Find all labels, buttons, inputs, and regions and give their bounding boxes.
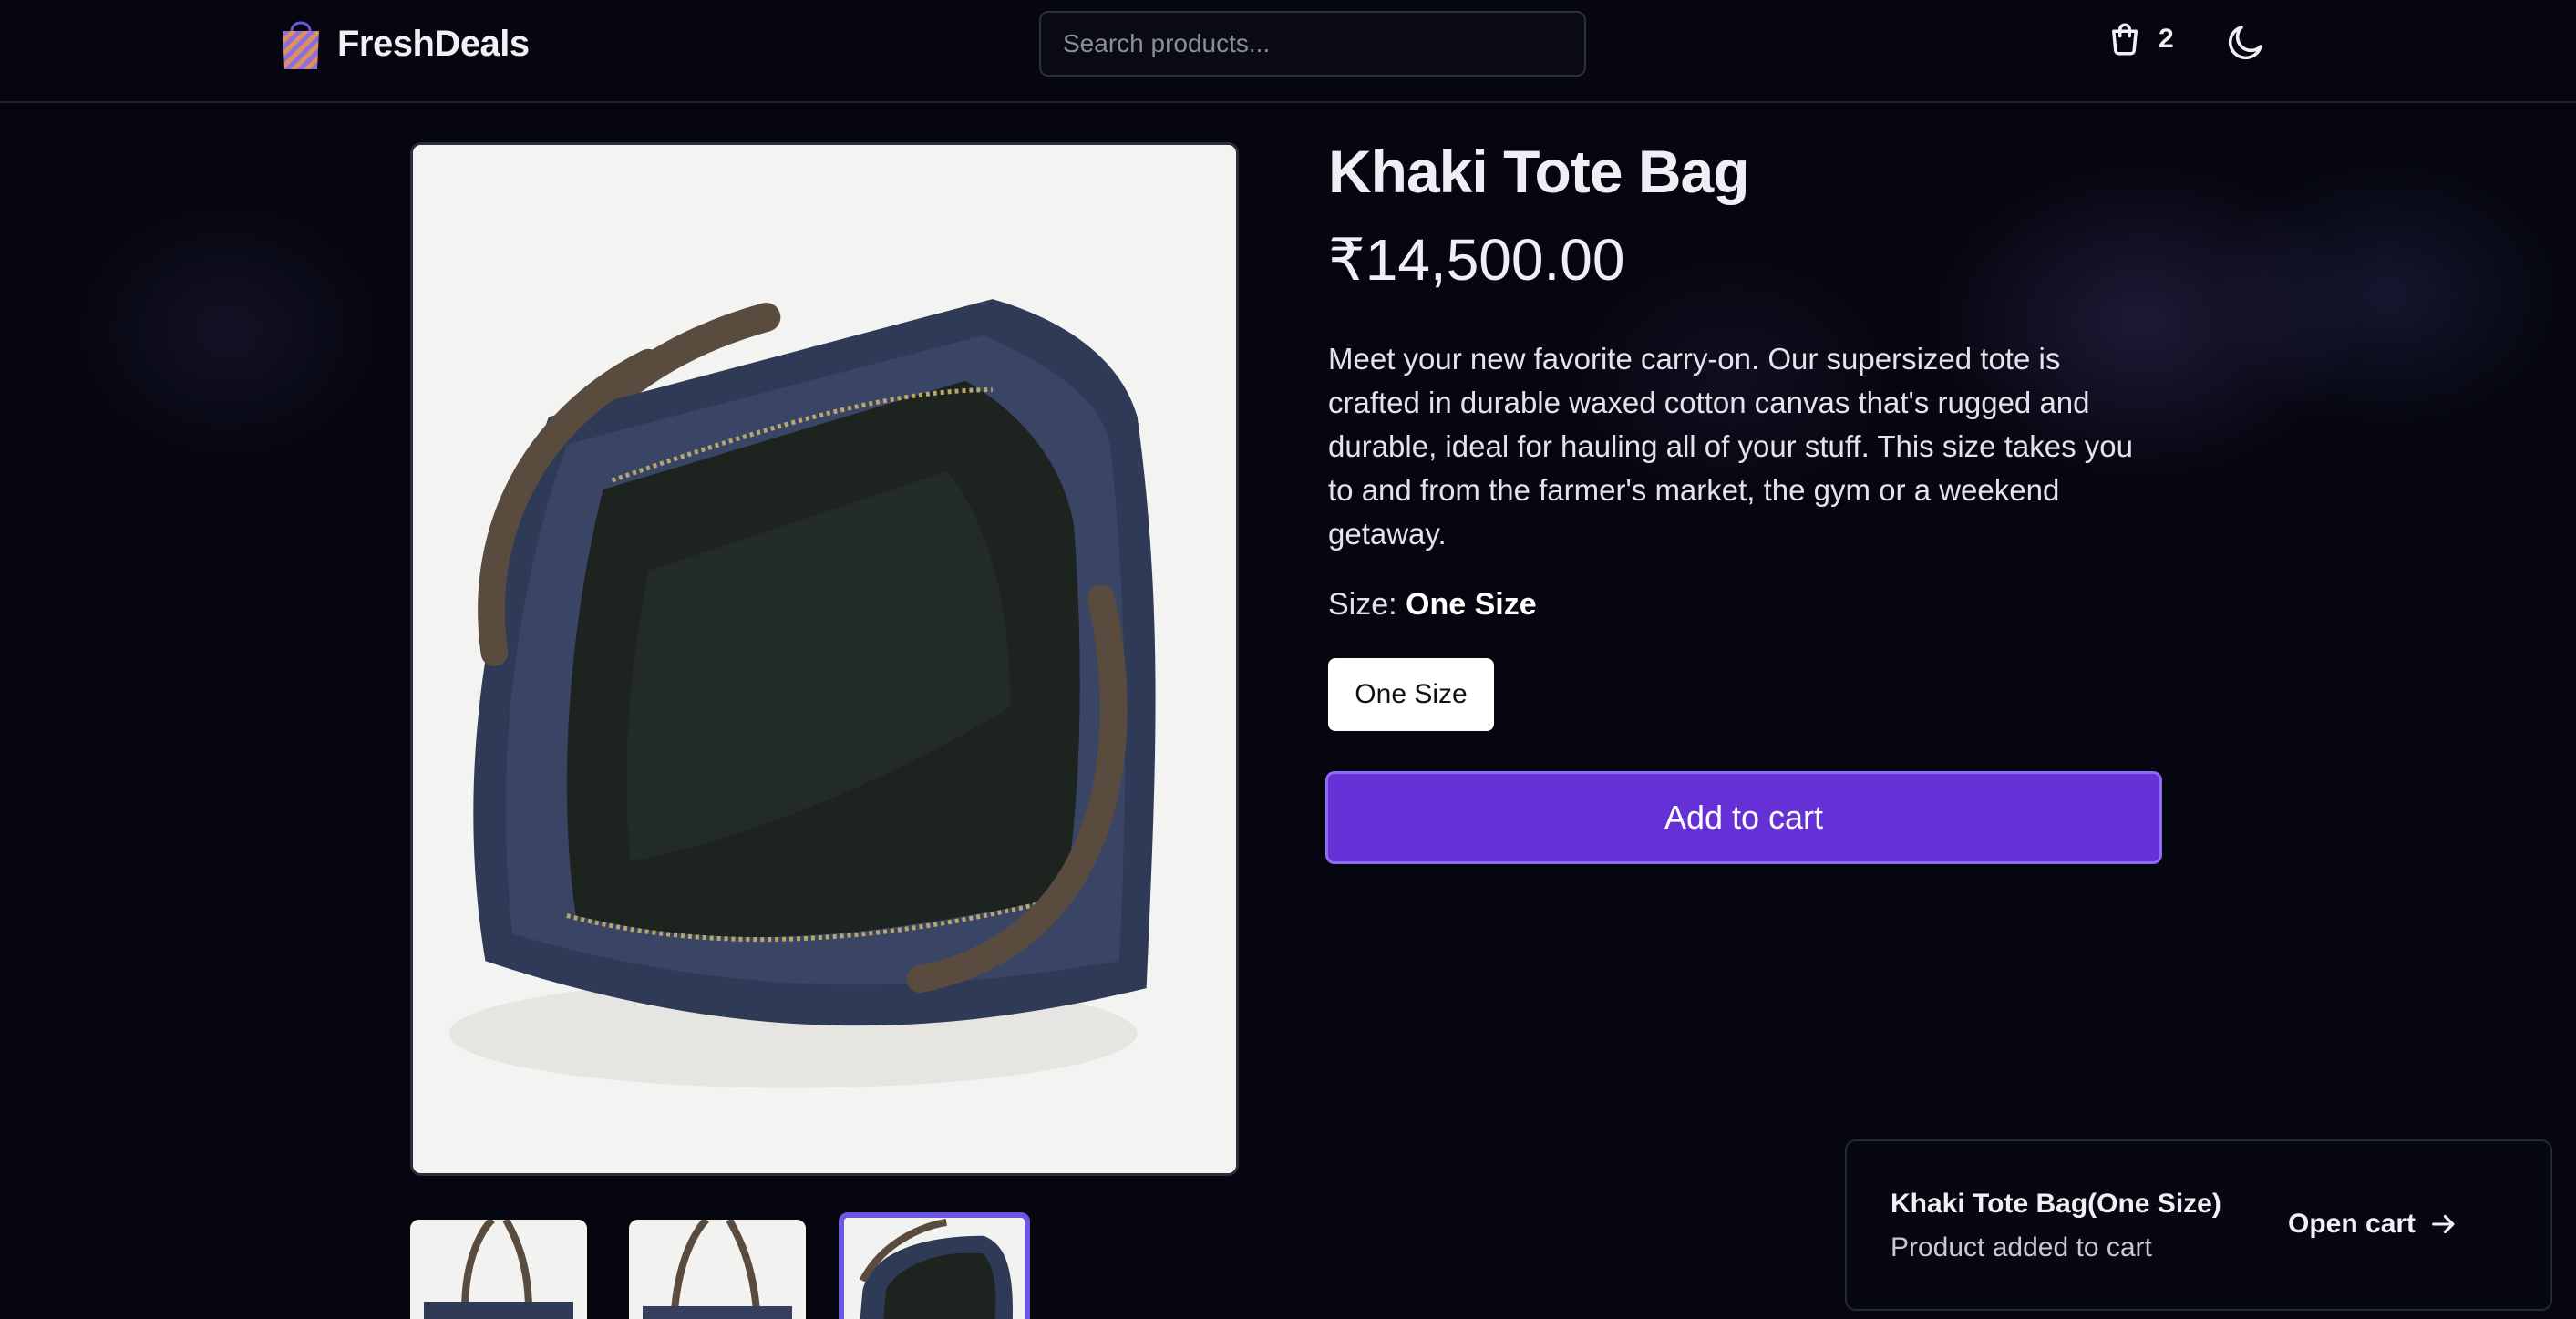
main-product-image — [410, 142, 1239, 1176]
thumbnail-2[interactable] — [629, 1220, 806, 1319]
size-label: Size: One Size — [1328, 587, 1537, 623]
cart-count-badge: 2 — [2159, 24, 2174, 54]
product-title: Khaki Tote Bag — [1328, 138, 1750, 205]
product-description: Meet your new favorite carry-on. Our sup… — [1328, 342, 2133, 551]
thumbnail-3[interactable] — [839, 1212, 1030, 1319]
selected-size-value: One Size — [1406, 587, 1537, 622]
shopping-bag-icon — [283, 21, 319, 69]
moon-icon — [2228, 26, 2262, 60]
top-navbar: FreshDeals 2 — [0, 0, 2576, 103]
background-glow — [0, 103, 2576, 696]
theme-toggle-button[interactable] — [2224, 20, 2268, 64]
size-option-one-size[interactable]: One Size — [1328, 658, 1494, 731]
cart-icon — [2112, 23, 2138, 56]
open-cart-label: Open cart — [2288, 1209, 2416, 1239]
cart-button[interactable]: 2 — [2106, 20, 2174, 58]
tote-bag-image — [413, 145, 1236, 1173]
size-label-prefix: Size: — [1328, 587, 1397, 622]
product-price: ₹14,500.00 — [1328, 227, 1625, 293]
brand-logo[interactable]: FreshDeals — [279, 16, 530, 71]
search-input[interactable] — [1039, 11, 1586, 77]
add-to-cart-button[interactable]: Add to cart — [1325, 771, 2162, 864]
toast-title: Khaki Tote Bag(One Size) — [1891, 1189, 2221, 1219]
thumbnail-1[interactable] — [410, 1220, 587, 1319]
toast-message: Product added to cart — [1891, 1232, 2152, 1262]
open-cart-button[interactable]: Open cart — [2288, 1209, 2459, 1240]
brand-name: FreshDeals — [337, 23, 530, 64]
arrow-right-icon — [2432, 1214, 2455, 1234]
tote-bag-thumbnail — [844, 1218, 1025, 1319]
tote-bag-thumbnail — [410, 1220, 587, 1319]
tote-bag-thumbnail — [629, 1220, 806, 1319]
cart-toast-notification: Khaki Tote Bag(One Size) Product added t… — [1845, 1139, 2552, 1311]
